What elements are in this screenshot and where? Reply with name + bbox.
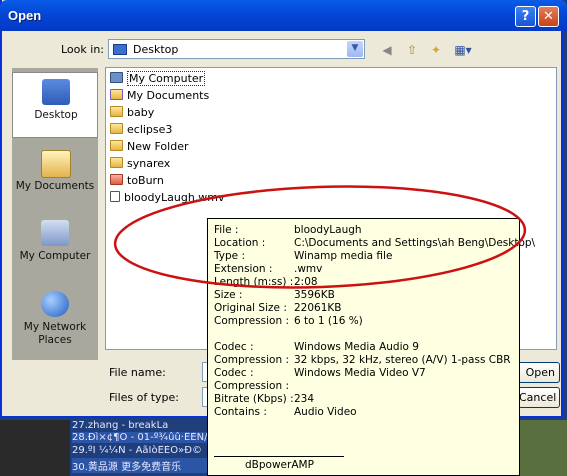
tooltip-value: 234 (294, 393, 315, 405)
file-name: bloodyLaugh.wmv (124, 191, 225, 204)
tooltip-key: Extension : (214, 263, 273, 275)
tooltip-key: Compression : (214, 354, 290, 366)
file-name: toBurn (127, 174, 164, 187)
desktop-icon (113, 44, 127, 55)
list-item[interactable]: New Folder (110, 140, 188, 156)
documents-folder-icon (110, 89, 123, 100)
tooltip-key: Length (m:ss) : (214, 276, 294, 288)
tooltip-footer: dBpowerAMP (245, 459, 314, 471)
back-icon[interactable]: ◀ (378, 41, 396, 59)
views-menu-icon[interactable]: ▦▾ (451, 41, 475, 59)
file-name: synarex (127, 157, 171, 170)
tooltip-divider (214, 456, 344, 457)
list-item[interactable]: My Computer (110, 71, 206, 88)
video-file-icon (110, 191, 120, 202)
tooltip-value: Winamp media file (294, 250, 393, 262)
my-computer-icon (41, 220, 69, 246)
tooltip-value: Windows Media Video V7 (294, 367, 426, 379)
look-in-label: Look in: (61, 43, 104, 56)
folder-icon (110, 140, 123, 151)
tooltip-key: Compression : (214, 380, 290, 392)
tooltip-value: .wmv (294, 263, 323, 275)
tooltip-value: 22061KB (294, 302, 342, 314)
my-documents-icon (41, 150, 71, 178)
open-button[interactable]: Open (518, 362, 560, 383)
help-button[interactable]: ? (515, 6, 536, 27)
tooltip-value: bloodyLaugh (294, 224, 362, 236)
tooltip-value: 2:08 (294, 276, 318, 288)
place-label: My Network Places (23, 321, 87, 346)
folder-icon (110, 106, 123, 117)
tooltip-key: Bitrate (Kbps) : (214, 393, 294, 405)
close-button[interactable]: ✕ (538, 6, 559, 27)
tooltip-value: Windows Media Audio 9 (294, 341, 419, 353)
tooltip-value: Audio Video (294, 406, 357, 418)
file-name-label: File name: (109, 366, 166, 379)
tooltip-key: Size : (214, 289, 243, 301)
list-item[interactable]: My Documents (110, 89, 209, 105)
computer-icon (110, 72, 123, 83)
list-item[interactable]: eclipse3 (110, 123, 172, 139)
tooltip-value: 32 kbps, 32 kHz, stereo (A/V) 1-pass CBR (294, 354, 511, 366)
file-name: eclipse3 (127, 123, 173, 136)
tooltip-key: Location : (214, 237, 266, 249)
list-item[interactable]: bloodyLaugh.wmv (110, 191, 225, 207)
tooltip-key: Original Size : (214, 302, 287, 314)
network-places-icon (41, 291, 69, 317)
place-my-computer[interactable]: My Computer (12, 214, 98, 280)
tooltip-key: Codec : (214, 341, 254, 353)
file-name: New Folder (127, 140, 189, 153)
place-my-documents[interactable]: My Documents (12, 144, 98, 210)
folder-icon (110, 123, 123, 134)
list-item[interactable]: synarex (110, 157, 170, 173)
window-title: Open (8, 8, 42, 23)
file-name: My Computer (127, 71, 206, 86)
tooltip-key: File : (214, 224, 239, 236)
place-label: My Computer (19, 250, 91, 262)
tooltip-key: Type : (214, 250, 245, 262)
tooltip-value: 3596KB (294, 289, 335, 301)
cancel-button[interactable]: Cancel (518, 387, 560, 408)
list-item[interactable]: toBurn (110, 174, 164, 190)
new-folder-icon[interactable]: ✦ (427, 41, 445, 59)
file-info-tooltip: File : bloodyLaugh Location : C:\Documents … (207, 218, 535, 476)
tooltip-key: Codec : (214, 367, 254, 379)
tooltip-key: Contains : (214, 406, 267, 418)
background-edge (520, 420, 567, 476)
background-panel (0, 420, 70, 476)
tooltip-value: C:\Documents and Settings\ah Beng\Deskto… (294, 237, 536, 249)
title-bar[interactable]: Open ? ✕ (0, 0, 567, 31)
files-of-type-label: Files of type: (109, 391, 180, 404)
up-folder-icon[interactable]: ⇧ (403, 41, 421, 59)
list-item[interactable]: baby (110, 106, 154, 122)
look-in-dropdown[interactable]: Desktop ▼ (108, 39, 365, 59)
desktop-icon (42, 79, 70, 105)
chevron-down-icon[interactable]: ▼ (347, 41, 363, 57)
tooltip-key: Compression : (214, 315, 290, 327)
places-bar: Desktop My Documents My Computer My Netw… (12, 68, 98, 360)
look-in-value: Desktop (133, 43, 179, 56)
folder-icon (110, 157, 123, 168)
tooltip-value: 6 to 1 (16 %) (294, 315, 363, 327)
place-label: My Documents (15, 180, 95, 192)
place-desktop[interactable]: Desktop (12, 72, 98, 138)
place-label: Desktop (34, 109, 78, 121)
burn-folder-icon (110, 174, 123, 185)
place-my-network-places[interactable]: My Network Places (12, 285, 98, 351)
file-name: My Documents (127, 89, 210, 102)
file-name: baby (127, 106, 155, 119)
